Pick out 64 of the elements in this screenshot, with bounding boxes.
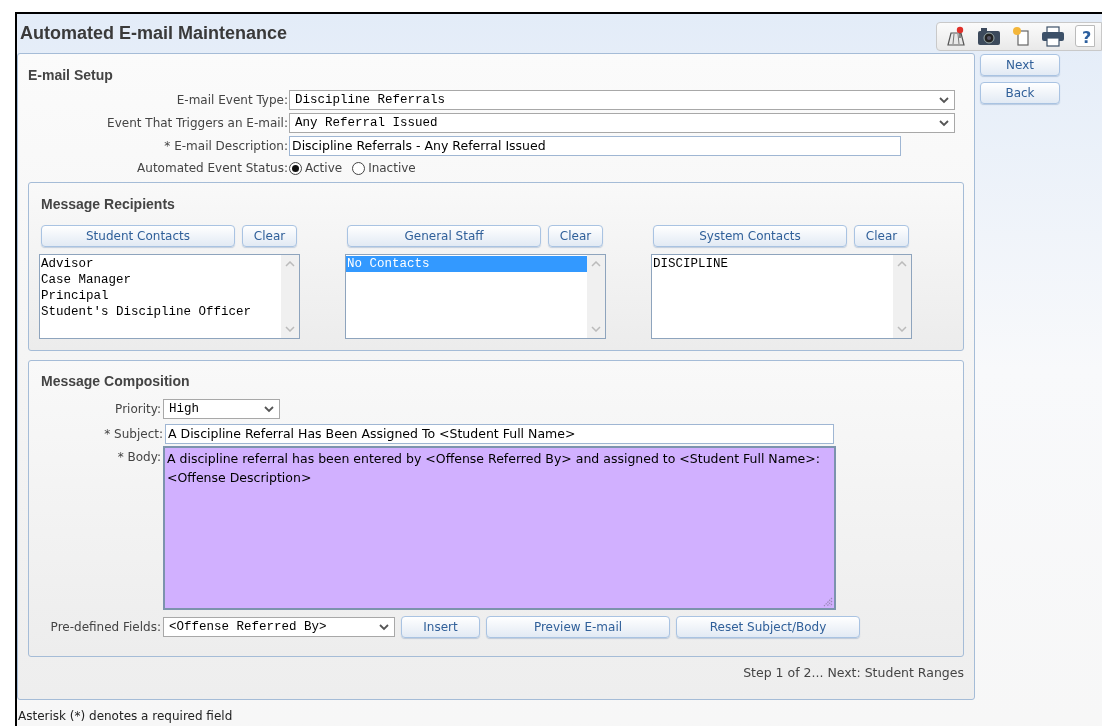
scroll-down-icon[interactable] (591, 326, 601, 332)
section-heading: E-mail Setup (27, 66, 114, 85)
list-item[interactable]: Principal (40, 288, 281, 304)
radio-icon[interactable] (352, 161, 366, 175)
help-button[interactable]: ? (1075, 25, 1095, 47)
scroll-up-icon[interactable] (591, 261, 601, 267)
contacts-button[interactable]: Student Contacts (41, 225, 235, 247)
field-label: Priority: (115, 401, 161, 418)
dropdown-field[interactable]: Any Referral Issued (289, 113, 955, 133)
scroll-down-icon[interactable] (897, 326, 907, 332)
chevron-down-icon (379, 623, 389, 631)
field-label: * Body: (117, 449, 161, 466)
field-label: Pre-defined Fields: (50, 619, 161, 636)
clear-button[interactable]: Clear (854, 225, 909, 247)
dropdown-field[interactable]: Discipline Referrals (289, 90, 955, 110)
contacts-button[interactable]: General Staff (347, 225, 541, 247)
scrollbar[interactable] (587, 255, 605, 338)
scroll-up-icon[interactable] (285, 261, 295, 267)
contacts-listbox[interactable]: Advisor Case Manager Principal Student's Discipline Officer (39, 254, 300, 339)
radio-option[interactable]: Active (289, 159, 343, 177)
clear-button[interactable]: Clear (548, 225, 603, 247)
field-label: E-mail Event Type: (176, 92, 288, 109)
body-text-line: A discipline referral has been entered by <Offense Referred By> and assigned to <Student Full Name>: (167, 450, 820, 468)
preview-email-button[interactable]: Preview E-mail (486, 616, 670, 638)
list-item[interactable]: DISCIPLINE (652, 256, 893, 272)
back-button[interactable]: Back (980, 82, 1060, 104)
text-field[interactable]: Discipline Referrals - Any Referral Issued (289, 136, 901, 156)
radio-icon[interactable] (289, 161, 302, 175)
list-item[interactable]: Advisor (40, 256, 281, 272)
reset-subject-body-button[interactable]: Reset Subject/Body (676, 616, 860, 638)
section-heading: Message Recipients (40, 195, 176, 214)
printer-icon[interactable] (1041, 25, 1065, 47)
next-button[interactable]: Next (980, 54, 1060, 76)
step-text: Step 1 of 2... Next: Student Ranges (743, 664, 964, 682)
section-heading: Message Composition (40, 372, 191, 391)
field-label: * Subject: (104, 426, 163, 443)
field-label: Event That Triggers an E-mail: (107, 115, 288, 132)
field-label: Automated Event Status: (137, 160, 288, 177)
field-label: * E-mail Description: (164, 138, 288, 155)
contacts-button[interactable]: System Contacts (653, 225, 847, 247)
scroll-down-icon[interactable] (285, 326, 295, 332)
camera-icon[interactable] (977, 26, 1001, 46)
body-text-line: <Offense Description> (167, 469, 312, 487)
map-pin-icon[interactable] (945, 25, 967, 47)
clear-button[interactable]: Clear (242, 225, 297, 247)
predefined-fields-dropdown[interactable]: <Offense Referred By> (163, 617, 395, 637)
body-text-area[interactable]: A discipline referral has been entered by <Offense Referred By> and assigned to <Student Full Name>: <Offense Description> (163, 446, 836, 610)
scrollbar[interactable] (281, 255, 299, 338)
resize-grip-icon[interactable] (823, 597, 833, 607)
scrollbar[interactable] (893, 255, 911, 338)
list-item[interactable]: Student's Discipline Officer (40, 304, 281, 320)
radio-option[interactable]: Inactive (352, 159, 416, 177)
list-item[interactable]: Case Manager (40, 272, 281, 288)
chevron-down-icon (939, 119, 949, 127)
insert-button[interactable]: Insert (401, 616, 480, 638)
contacts-listbox[interactable]: DISCIPLINE (651, 254, 912, 339)
chevron-down-icon (939, 96, 949, 104)
chevron-down-icon (264, 405, 274, 413)
window-title: Automated E-mail Maintenance (19, 21, 288, 45)
note-icon[interactable] (1011, 25, 1031, 47)
footer-note: Asterisk (*) denotes a required field (17, 708, 234, 725)
scroll-up-icon[interactable] (897, 261, 907, 267)
priority-dropdown[interactable]: High (163, 399, 280, 419)
subject-field[interactable]: A Discipline Referral Has Been Assigned To <Student Full Name> (165, 424, 834, 444)
